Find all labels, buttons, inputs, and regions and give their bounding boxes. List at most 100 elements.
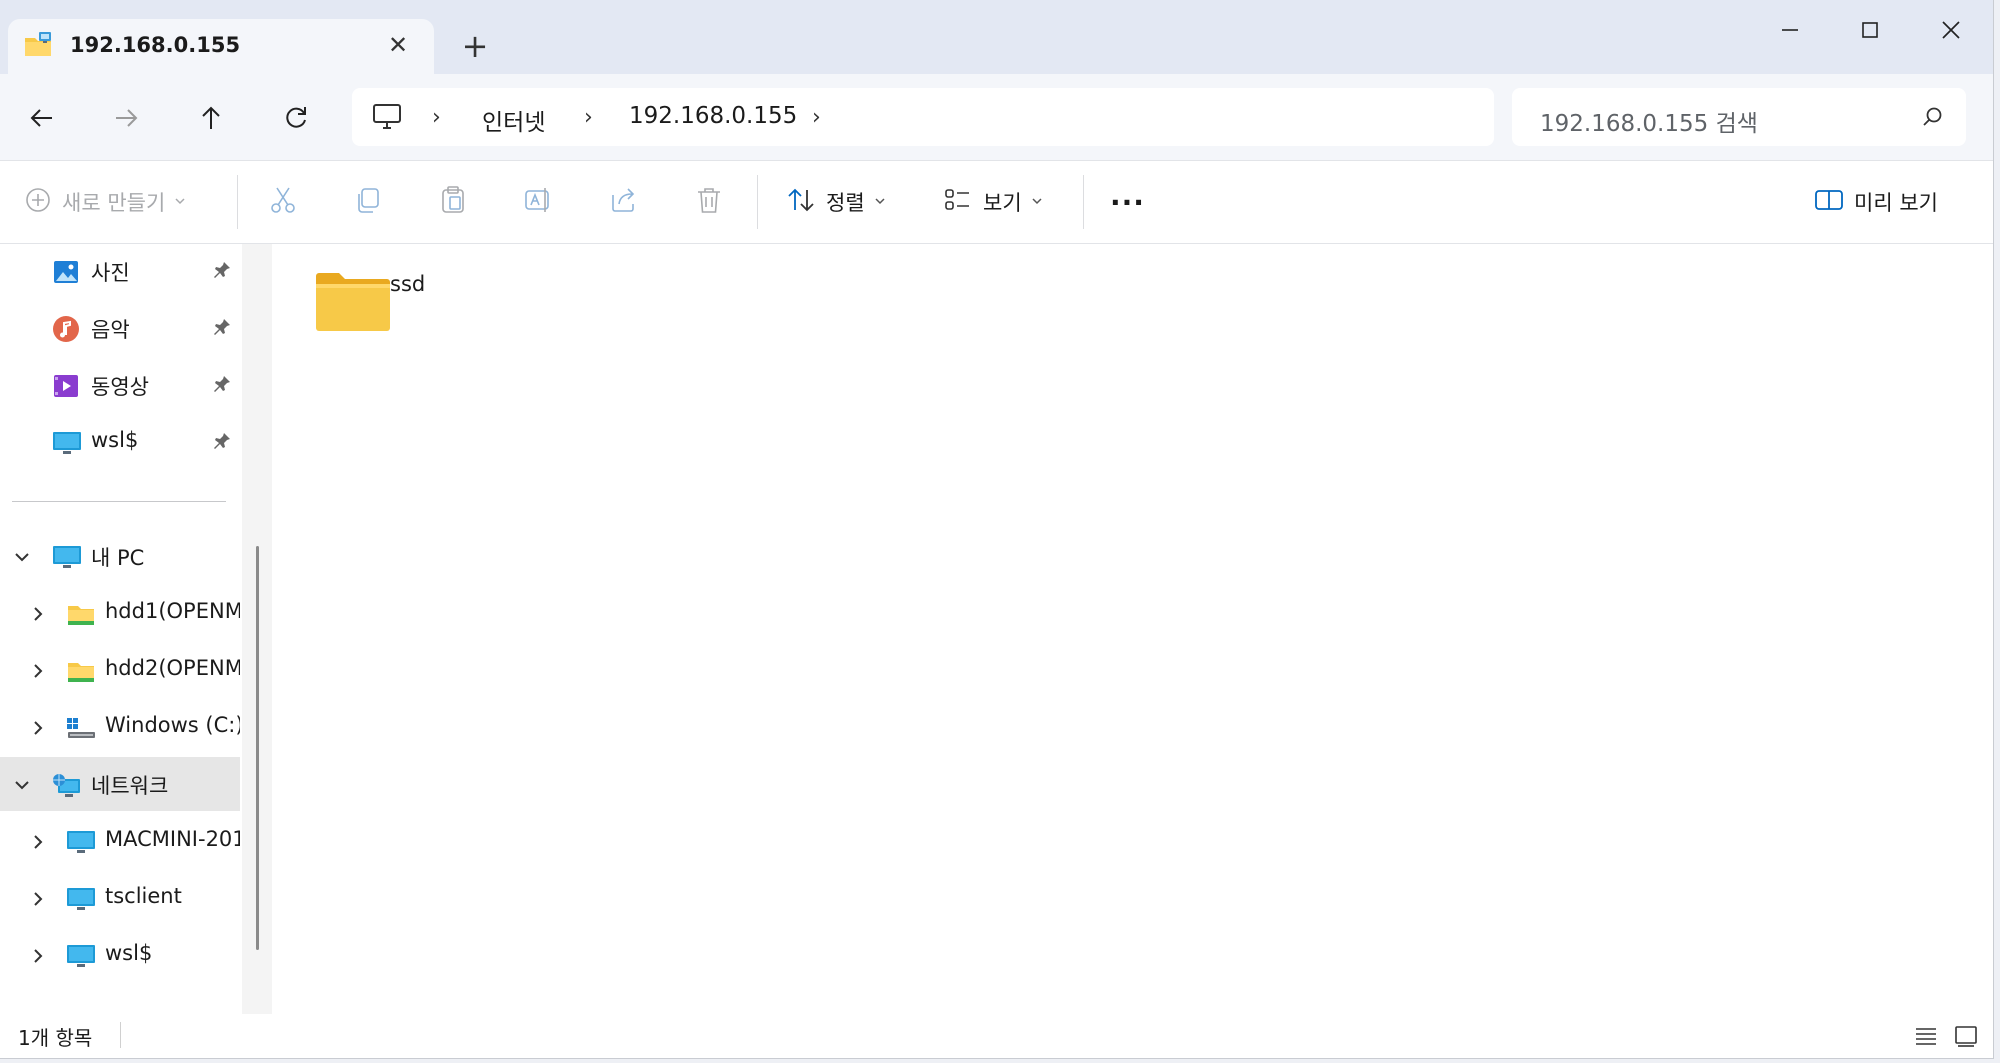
sidebar-item-label: Windows (C:) xyxy=(105,713,240,737)
sidebar-item-wsl[interactable]: wsl$ xyxy=(0,415,240,469)
sidebar-item-tsclient[interactable]: tsclient xyxy=(0,871,240,925)
view-list-icon xyxy=(943,185,973,219)
close-window-button[interactable] xyxy=(1921,8,1981,52)
file-explorer-window: 192.168.0.155 ✕ + › 인터넷 › 192.168.0.155 … xyxy=(0,0,1994,1059)
sidebar-item-label: tsclient xyxy=(105,884,182,908)
monitor-icon xyxy=(66,942,95,970)
monitor-icon xyxy=(52,429,81,457)
windows-drive-icon xyxy=(66,714,95,742)
trash-icon xyxy=(694,185,724,219)
folder-item[interactable]: ssd xyxy=(314,264,464,344)
large-icons-view-icon xyxy=(1955,1026,1977,1047)
monitor-icon xyxy=(52,543,81,571)
chevron-down-icon xyxy=(1030,193,1044,212)
chevron-right-icon[interactable] xyxy=(28,832,48,856)
tab-active[interactable]: 192.168.0.155 ✕ xyxy=(8,19,434,74)
breadcrumb-host[interactable]: 192.168.0.155 xyxy=(629,103,797,129)
sidebar-item-label: hdd2(OPENMEDIAVAULT) xyxy=(105,656,240,680)
monitor-icon xyxy=(66,885,95,913)
chevron-down-icon[interactable] xyxy=(12,547,32,571)
search-input[interactable]: 192.168.0.155 검색 xyxy=(1540,104,1758,138)
this-pc-icon[interactable] xyxy=(372,103,402,135)
music-icon xyxy=(52,315,80,343)
details-view-button[interactable] xyxy=(1912,1022,1940,1050)
search-icon xyxy=(1922,106,1944,132)
sort-label: 정렬 xyxy=(826,191,865,215)
chevron-down-icon xyxy=(173,193,187,212)
delete-button[interactable] xyxy=(694,181,724,223)
chevron-right-icon[interactable] xyxy=(28,604,48,628)
item-count: 1개 항목 xyxy=(18,1026,93,1050)
address-bar[interactable]: › 인터넷 › 192.168.0.155 › xyxy=(352,88,1494,146)
monitor-icon xyxy=(66,828,95,856)
network-drive-icon xyxy=(66,600,94,628)
preview-pane-button[interactable]: 미리 보기 xyxy=(1814,181,1938,223)
paste-button[interactable] xyxy=(438,181,468,223)
chevron-right-icon[interactable]: › xyxy=(584,105,593,130)
chevron-right-icon[interactable]: › xyxy=(432,105,441,130)
new-tab-button[interactable]: + xyxy=(455,26,495,66)
sidebar-item-label: 사진 xyxy=(91,261,130,285)
search-box[interactable]: 192.168.0.155 검색 xyxy=(1512,88,1966,146)
pin-icon[interactable] xyxy=(212,431,232,455)
chevron-right-icon[interactable] xyxy=(28,946,48,970)
navigation-pane: 사진 음악 동영상 wsl$ 내 PC hdd1(OPENM hdd2(OPEN… xyxy=(0,244,242,1014)
sidebar-item-pictures[interactable]: 사진 xyxy=(0,244,240,298)
pictures-icon xyxy=(52,258,80,286)
sidebar-divider xyxy=(12,501,226,502)
chevron-down-icon xyxy=(873,193,887,212)
forward-button[interactable] xyxy=(106,98,146,138)
sidebar-item-label: wsl$ xyxy=(91,428,139,452)
sidebar-item-this-pc[interactable]: 내 PC xyxy=(0,529,240,583)
chevron-right-icon[interactable] xyxy=(28,889,48,913)
breadcrumb-internet[interactable]: 인터넷 xyxy=(482,103,545,137)
status-bar: 1개 항목 xyxy=(0,1014,1993,1058)
chevron-down-icon[interactable] xyxy=(12,775,32,799)
copy-button[interactable] xyxy=(353,181,383,223)
sidebar-item-windows-c[interactable]: Windows (C:) xyxy=(0,700,240,754)
minimize-button[interactable] xyxy=(1760,8,1820,52)
sidebar-item-label: 내 PC xyxy=(91,546,145,570)
folder-icon xyxy=(314,270,392,338)
rename-button[interactable] xyxy=(523,181,553,223)
sidebar-item-label: 음악 xyxy=(91,318,130,342)
sidebar-item-label: hdd1(OPENMEDIAVAULT) xyxy=(105,599,240,623)
pin-icon[interactable] xyxy=(212,317,232,341)
scissors-icon xyxy=(268,185,298,219)
more-options-button[interactable]: ··· xyxy=(1110,181,1145,223)
add-circle-icon xyxy=(24,186,52,218)
sidebar-item-wsl-network[interactable]: wsl$ xyxy=(0,928,240,982)
sort-button[interactable]: 정렬 xyxy=(786,181,887,223)
share-button[interactable] xyxy=(609,181,639,223)
pin-icon[interactable] xyxy=(212,374,232,398)
refresh-button[interactable] xyxy=(276,98,316,138)
divider xyxy=(237,175,238,229)
sidebar-item-videos[interactable]: 동영상 xyxy=(0,358,240,412)
sidebar-item-macmini[interactable]: MACMINI-2018 xyxy=(0,814,240,868)
videos-icon xyxy=(52,372,80,400)
maximize-button[interactable] xyxy=(1840,8,1900,52)
close-tab-button[interactable]: ✕ xyxy=(382,27,414,63)
back-button[interactable] xyxy=(22,98,62,138)
divider xyxy=(120,1022,121,1048)
chevron-right-icon[interactable]: › xyxy=(812,105,821,130)
view-button[interactable]: 보기 xyxy=(943,181,1044,223)
chevron-right-icon[interactable] xyxy=(28,718,48,742)
title-bar: 192.168.0.155 ✕ + xyxy=(0,0,1993,74)
folder-name: ssd xyxy=(390,272,426,296)
sidebar-item-label: 네트워크 xyxy=(91,774,169,798)
chevron-right-icon[interactable] xyxy=(28,661,48,685)
large-icons-view-button[interactable] xyxy=(1952,1022,1980,1050)
sidebar-item-hdd1[interactable]: hdd1(OPENMEDIAVAULT) xyxy=(0,586,240,640)
clipboard-icon xyxy=(438,185,468,219)
new-button-label: 새로 만들기 xyxy=(62,191,166,215)
new-button[interactable]: 새로 만들기 xyxy=(24,181,187,223)
pin-icon[interactable] xyxy=(212,260,232,284)
sidebar-scrollbar[interactable] xyxy=(256,546,259,950)
up-button[interactable] xyxy=(191,98,231,138)
sidebar-item-label: 동영상 xyxy=(91,375,149,399)
sidebar-item-network[interactable]: 네트워크 xyxy=(0,757,240,811)
sidebar-item-hdd2[interactable]: hdd2(OPENMEDIAVAULT) xyxy=(0,643,240,697)
sidebar-item-music[interactable]: 음악 xyxy=(0,301,240,355)
cut-button[interactable] xyxy=(268,181,298,223)
